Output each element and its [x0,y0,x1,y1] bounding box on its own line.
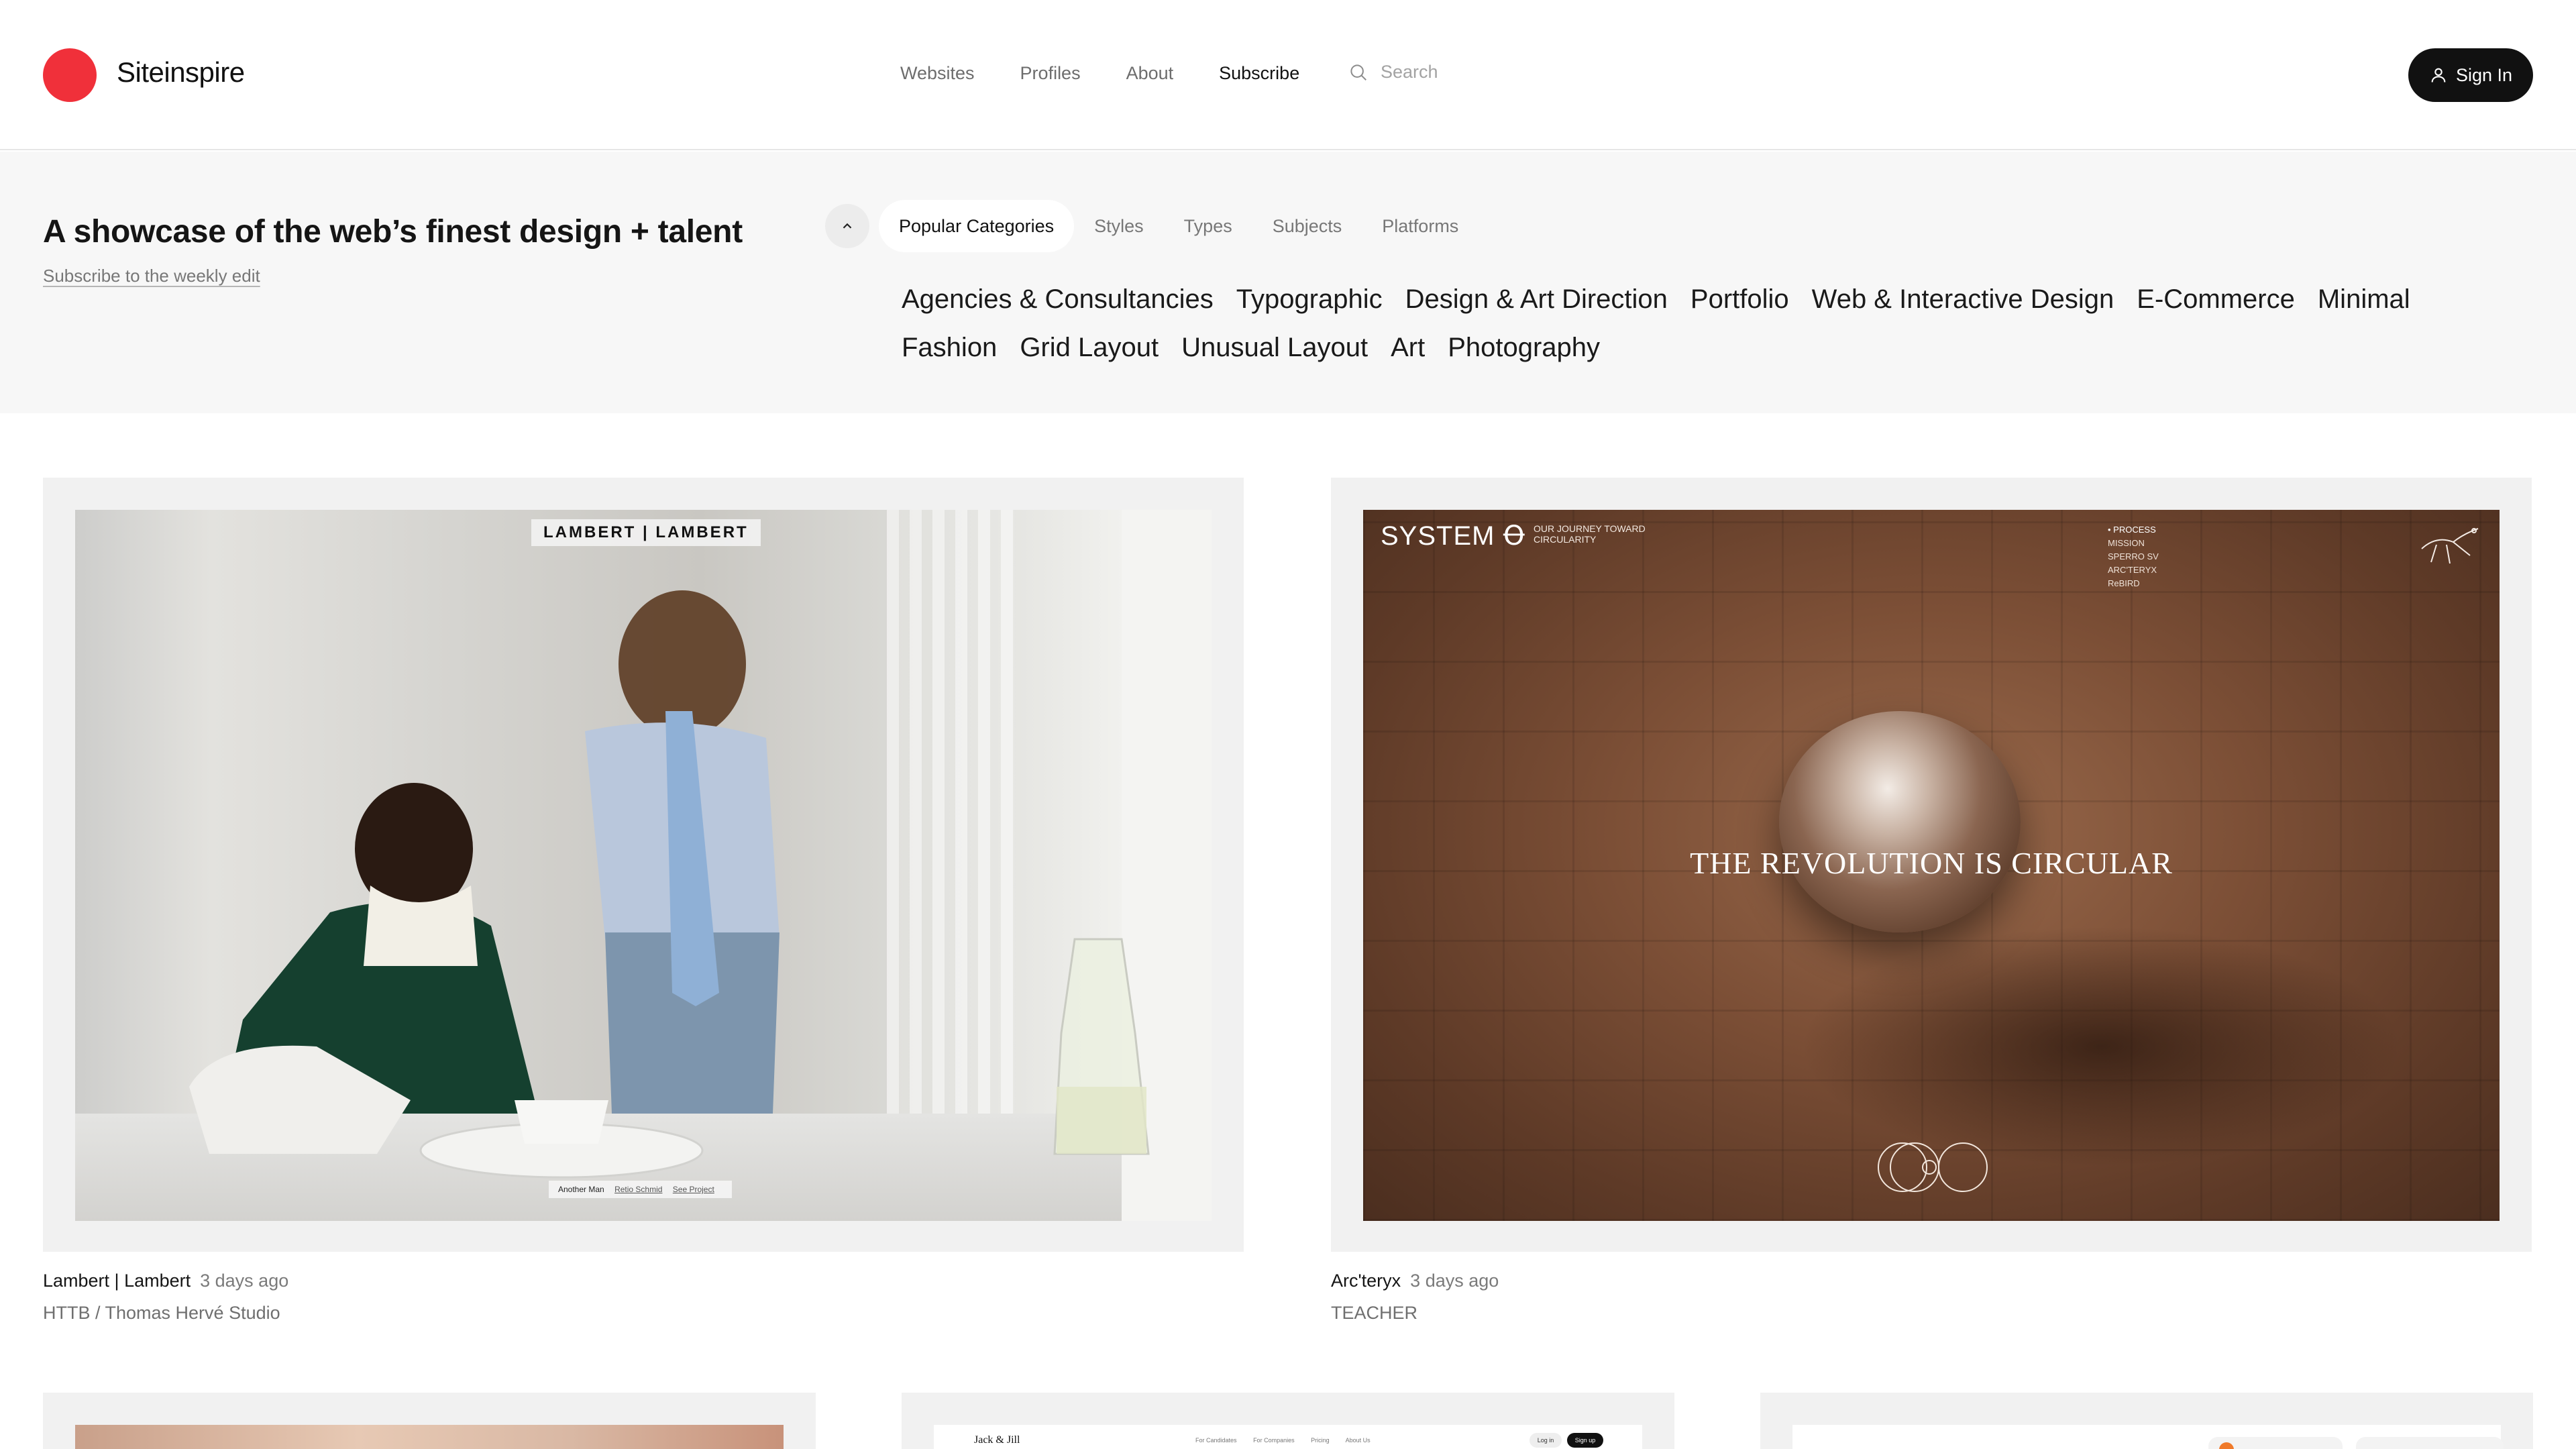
nav-websites[interactable]: Websites [900,63,975,84]
card-thumbnail[interactable]: SYSTEM Ꝋ OUR JOURNEY TOWARD CIRCULARITY … [1331,478,2532,1252]
main-nav: Websites Profiles About Subscribe [900,63,1345,84]
photo-figures-illustration [189,590,1150,1179]
site-screenshot [1792,1425,2504,1449]
search-box[interactable] [1348,62,1609,83]
hero-title: A showcase of the web’s finest design + … [43,214,743,250]
logo-mark[interactable] [43,48,97,102]
category-link[interactable]: Design & Art Direction [1405,279,1668,319]
category-link[interactable]: Portfolio [1690,279,1789,319]
screenshot-widget [2356,1437,2504,1449]
category-link[interactable]: E-Commerce [2137,279,2295,319]
category-link[interactable]: Minimal [2318,279,2410,319]
card-title-row: Arc'teryx 3 days ago [1331,1271,1499,1291]
chevron-up-icon [843,223,852,229]
site-screenshot: SYSTEM Ꝋ OUR JOURNEY TOWARD CIRCULARITY … [1363,510,2500,1221]
screenshot-login-button: Log in [1529,1433,1562,1448]
tab-styles[interactable]: Styles [1074,200,1164,252]
water-drop-image [1779,711,2021,932]
card-date: 3 days ago [1410,1271,1499,1291]
site-card-partial[interactable] [43,1393,816,1449]
tab-platforms[interactable]: Platforms [1362,200,1479,252]
site-card: LAMBERT | LAMBERT Another Man Retio Schm… [43,478,1244,1336]
site-screenshot: LAMBERT | LAMBERT Another Man Retio Schm… [75,510,1212,1221]
user-icon [2431,68,2446,83]
screenshot-signup-button: Sign up [1567,1433,1603,1448]
nav-subscribe[interactable]: Subscribe [1219,63,1299,84]
screenshot-nav: For Candidates For Companies Pricing Abo… [1195,1437,1371,1444]
card-site-name[interactable]: Lambert | Lambert [43,1271,191,1291]
category-link[interactable]: Typographic [1236,279,1383,319]
screenshot-journey-text: OUR JOURNEY TOWARD CIRCULARITY [1534,523,1646,545]
category-link[interactable]: Agencies & Consultancies [902,279,1214,319]
category-link[interactable]: Fashion [902,327,997,368]
card-credits[interactable]: TEACHER [1331,1303,1417,1324]
site-card: SYSTEM Ꝋ OUR JOURNEY TOWARD CIRCULARITY … [1331,478,2532,1336]
screenshot-logo: SYSTEM Ꝋ [1381,521,1525,551]
category-link[interactable]: Photography [1448,327,1600,368]
logo-text[interactable]: Siteinspire [117,56,245,89]
hero-section: A showcase of the web’s finest design + … [0,152,2576,413]
site-card-partial[interactable] [1760,1393,2533,1449]
screenshot-caption: Another Man Retio Schmid See Project [549,1181,732,1198]
screenshot-logo: Jack & Jill [974,1434,1020,1446]
sign-in-button[interactable]: Sign In [2408,48,2533,102]
card-credits[interactable]: HTTB / Thomas Hervé Studio [43,1303,280,1324]
sign-in-label: Sign In [2455,64,2513,85]
circular-rings-icon [1878,1142,1988,1192]
site-header: Siteinspire Websites Profiles About Subs… [0,0,2576,150]
screenshot-site-label: LAMBERT | LAMBERT [531,519,761,546]
site-card-partial[interactable]: Jack & Jill For Candidates For Companies… [902,1393,1674,1449]
nav-profiles[interactable]: Profiles [1020,63,1081,84]
card-site-name[interactable]: Arc'teryx [1331,1271,1401,1291]
archaeopteryx-logo-icon [2421,528,2479,564]
card-title-row: Lambert | Lambert 3 days ago [43,1271,288,1291]
category-link[interactable]: Grid Layout [1020,327,1159,368]
tab-popular-categories[interactable]: Popular Categories [879,200,1075,252]
category-list: Agencies & Consultancies Typographic Des… [902,279,2445,368]
category-link[interactable]: Art [1391,327,1425,368]
category-link[interactable]: Unusual Layout [1181,327,1368,368]
search-input[interactable] [1381,62,1609,83]
nav-about[interactable]: About [1126,63,1174,84]
category-tabs: Popular Categories Styles Types Subjects… [879,200,1479,252]
subscribe-link[interactable]: Subscribe to the weekly edit [43,266,260,286]
screenshot-menu: • PROCESS MISSION SPERRO SV ARC'TERYX Re… [2108,525,2159,588]
tab-subjects[interactable]: Subjects [1252,200,1362,252]
search-icon [1350,64,1366,80]
card-thumbnail[interactable]: LAMBERT | LAMBERT Another Man Retio Schm… [43,478,1244,1252]
collapse-filters-button[interactable] [825,204,869,248]
category-link[interactable]: Web & Interactive Design [1812,279,2114,319]
site-screenshot: Jack & Jill For Candidates For Companies… [934,1425,1642,1449]
screenshot-headline: THE REVOLUTION IS CIRCULAR [1690,846,2173,880]
site-screenshot [75,1425,784,1449]
tab-types[interactable]: Types [1164,200,1252,252]
card-date: 3 days ago [200,1271,289,1291]
